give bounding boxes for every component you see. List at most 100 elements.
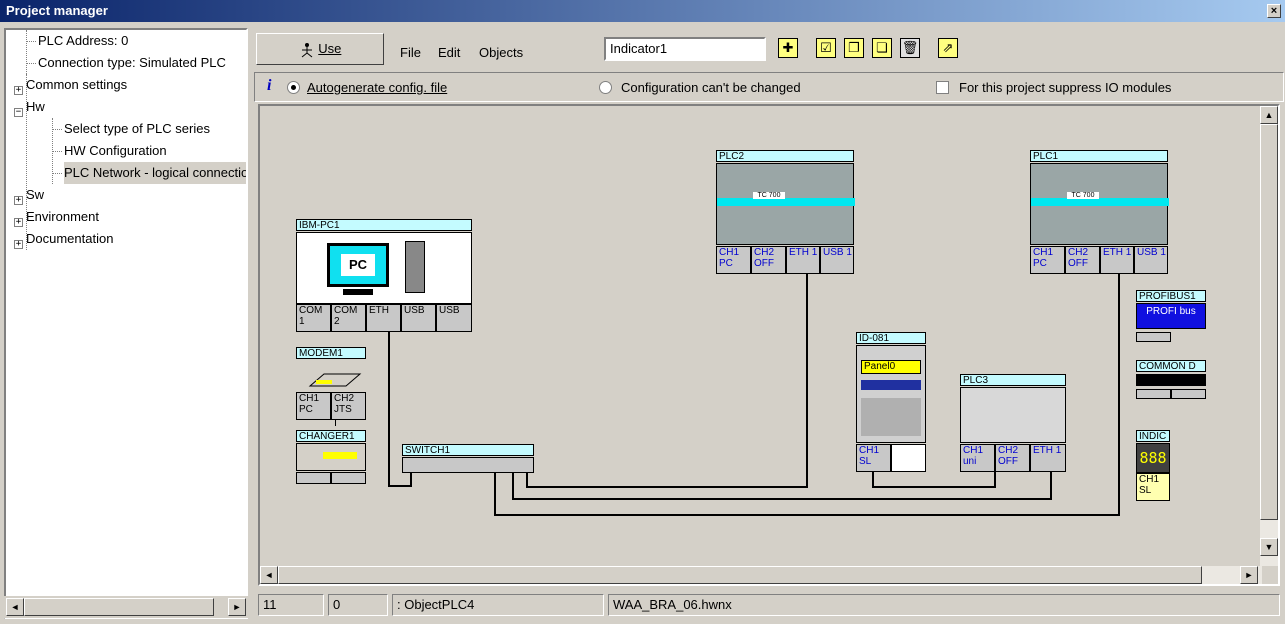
tree-item-hw-configuration[interactable]: HW Configuration [64, 140, 167, 162]
pc-device[interactable]: PC [296, 232, 472, 304]
pc-port-com2[interactable]: COM 2 [331, 304, 366, 332]
new-object-icon[interactable]: ✚ [778, 38, 798, 58]
canvas-horizontal-scrollbar[interactable]: ◄ ► [260, 566, 1262, 584]
copy-icon[interactable]: ❐ [844, 38, 864, 58]
pc-port-usb2[interactable]: USB [436, 304, 472, 332]
changer-title: CHANGER1 [296, 430, 366, 442]
check-icon[interactable]: ☑ [816, 38, 836, 58]
expand-icon[interactable]: + [14, 86, 23, 95]
pc-port-usb1[interactable]: USB [401, 304, 436, 332]
tree-horizontal-scrollbar[interactable]: ◄ ► [4, 596, 248, 618]
monitor-icon: PC [327, 243, 389, 287]
tree-line [26, 30, 27, 74]
plc1-port-ch1[interactable]: CH1 PC [1030, 246, 1065, 274]
scroll-thumb[interactable] [278, 566, 1202, 584]
panel-device[interactable]: Panel0 [856, 345, 926, 443]
plc2-port-eth[interactable]: ETH 1 [786, 246, 820, 274]
plc1-device[interactable]: TC 700 [1030, 163, 1169, 245]
plc2-device[interactable]: TC 700 [716, 163, 855, 245]
plc1-port-ch2[interactable]: CH2 OFF [1065, 246, 1100, 274]
tree-item-connection-type[interactable]: Connection type: Simulated PLC [38, 52, 226, 74]
object-name-input[interactable]: Indicator1 [604, 37, 766, 61]
close-button[interactable]: × [1267, 4, 1281, 18]
expand-icon[interactable]: + [14, 196, 23, 205]
delete-icon[interactable]: 🗑 [900, 38, 920, 58]
plc1-port-eth[interactable]: ETH 1 [1100, 246, 1134, 274]
common-device[interactable] [1136, 374, 1206, 386]
tree-item-documentation[interactable]: Documentation [26, 228, 113, 250]
indic-title: INDIC [1136, 430, 1170, 442]
wire [526, 486, 808, 488]
tree-item-plc-network[interactable]: PLC Network - logical connections [64, 162, 246, 184]
scroll-left-button[interactable]: ◄ [260, 566, 278, 584]
indic-device[interactable]: 888 [1136, 443, 1170, 473]
plc3-device[interactable] [960, 387, 1066, 443]
plc2-port-ch2[interactable]: CH2 OFF [751, 246, 786, 274]
use-button[interactable]: Use [256, 33, 384, 65]
autogenerate-label[interactable]: Autogenerate config. file [307, 80, 447, 95]
paste-icon[interactable]: ❏ [872, 38, 892, 58]
scroll-right-button[interactable]: ► [1240, 566, 1258, 584]
suppress-io-checkbox[interactable] [936, 81, 949, 94]
changer-port-1[interactable] [296, 472, 331, 484]
menu-objects[interactable]: Objects [479, 45, 523, 60]
plc3-title: PLC3 [960, 374, 1066, 386]
common-port-2[interactable] [1171, 389, 1206, 399]
scroll-down-button[interactable]: ▼ [1260, 538, 1278, 556]
wire [494, 514, 1120, 516]
status-col1: 11 [258, 594, 324, 616]
tree-line [52, 151, 62, 152]
tree-item-environment[interactable]: Environment [26, 206, 99, 228]
modem-port-ch2[interactable]: CH2 JTS [331, 392, 366, 420]
panel-port-ch1[interactable]: CH1 SL [856, 444, 891, 472]
autogenerate-radio[interactable] [287, 81, 300, 94]
plc1-bus-strip [1031, 198, 1169, 206]
export-icon[interactable]: ⇗ [938, 38, 958, 58]
cant-change-radio[interactable] [599, 81, 612, 94]
wire [872, 486, 996, 488]
profibus-port[interactable] [1136, 332, 1171, 342]
expand-icon[interactable]: + [14, 218, 23, 227]
plc2-port-usb[interactable]: USB 1 [820, 246, 854, 274]
plc3-port-eth[interactable]: ETH 1 [1030, 444, 1066, 472]
plc2-port-ch1[interactable]: CH1 PC [716, 246, 751, 274]
scroll-thumb[interactable] [24, 598, 214, 616]
expand-icon[interactable]: + [14, 240, 23, 249]
wire [1118, 272, 1120, 516]
tree-item-select-plc-series[interactable]: Select type of PLC series [64, 118, 210, 140]
scroll-up-button[interactable]: ▲ [1260, 106, 1278, 124]
scroll-left-button[interactable]: ◄ [6, 598, 24, 616]
tree-item-common-settings[interactable]: Common settings [26, 74, 127, 96]
tree-item-sw[interactable]: Sw [26, 184, 44, 206]
project-tree[interactable]: PLC Address: 0 Connection type: Simulate… [4, 28, 248, 619]
switch-device[interactable] [402, 457, 534, 473]
suppress-io-label[interactable]: For this project suppress IO modules [959, 80, 1171, 95]
collapse-icon[interactable]: − [14, 108, 23, 117]
pc-screen-text: PC [341, 254, 375, 276]
pc-port-eth[interactable]: ETH [366, 304, 401, 332]
scroll-thumb[interactable] [1260, 124, 1278, 520]
wire [806, 272, 808, 488]
plc1-port-usb[interactable]: USB 1 [1134, 246, 1168, 274]
tree-item-plc-address[interactable]: PLC Address: 0 [38, 30, 128, 52]
pc-port-com1[interactable]: COM 1 [296, 304, 331, 332]
profibus-device[interactable]: PROFI bus [1136, 303, 1206, 329]
indic-port-ch1[interactable]: CH1 SL [1136, 473, 1170, 501]
changer-device[interactable] [296, 443, 366, 471]
modem-device[interactable] [296, 360, 366, 392]
cant-change-label[interactable]: Configuration can't be changed [621, 80, 801, 95]
plc3-port-ch1[interactable]: CH1 uni [960, 444, 995, 472]
monitor-stand [343, 289, 373, 295]
menu-file[interactable]: File [400, 45, 421, 60]
tree-item-hw[interactable]: Hw [26, 96, 45, 118]
network-canvas[interactable]: IBM-PC1 PC COM 1 COM 2 ETH USB USB MODEM… [258, 104, 1280, 586]
scroll-right-button[interactable]: ► [228, 598, 246, 616]
common-port-1[interactable] [1136, 389, 1171, 399]
plc3-port-ch2[interactable]: CH2 OFF [995, 444, 1030, 472]
status-bar: 11 0 : ObjectPLC4 WAA_BRA_06.hwnx [254, 590, 1284, 620]
plc1-module-label: TC 700 [1067, 192, 1099, 199]
menu-edit[interactable]: Edit [438, 45, 460, 60]
changer-port-2[interactable] [331, 472, 366, 484]
canvas-vertical-scrollbar[interactable]: ▲ ▼ [1260, 106, 1278, 566]
modem-port-ch1[interactable]: CH1 PC [296, 392, 331, 420]
